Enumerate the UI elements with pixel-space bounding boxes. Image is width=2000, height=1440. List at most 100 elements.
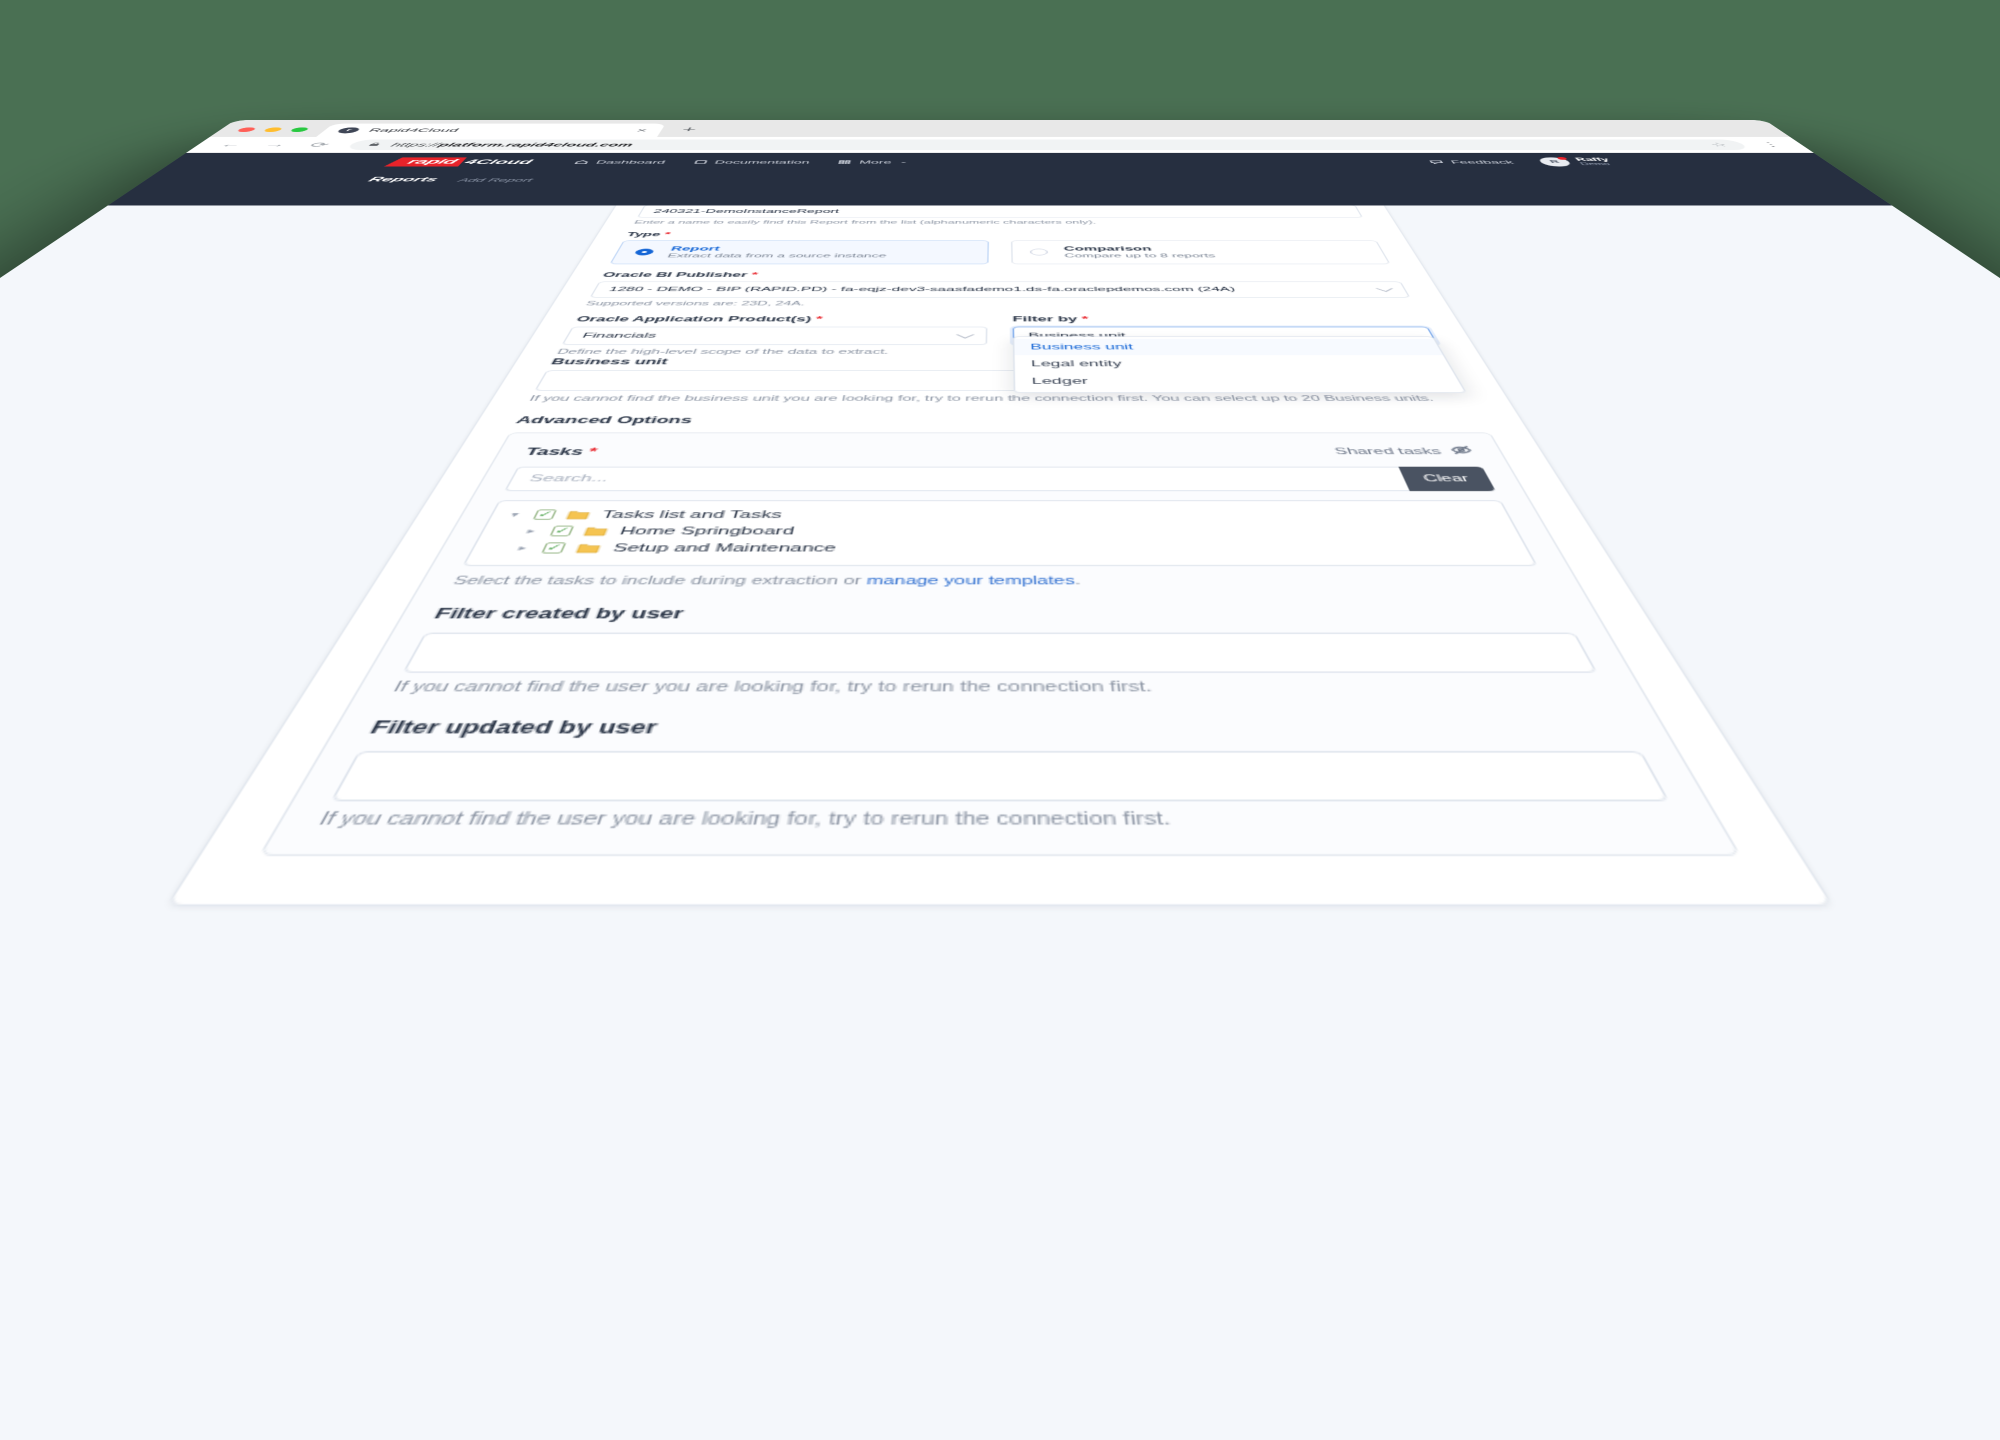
filter-by-label: Filter by * [1012,314,1089,324]
url-text: https://platform.rapid4cloud.com [388,141,635,148]
nav-item-dashboard-label: Dashboard [594,159,667,165]
filter-by-value: Business unit [1028,332,1126,339]
shared-tasks-toggle[interactable]: Shared tasks [1332,444,1477,458]
bi-publisher-value: 1280 - DEMO - BIP (RAPID.PD) - fa-eqjz-d… [607,286,1237,293]
required-marker: * [814,314,824,324]
grid-icon [837,160,852,165]
filter-created-input[interactable] [402,632,1598,673]
tree-checkbox[interactable]: ✓ [549,525,575,537]
nav-item-more[interactable]: More ⌄ [837,159,909,165]
tasks-search-input[interactable]: Search... [504,466,1410,492]
report-form-card: Name * 240321-DemoInstanceReport Enter a… [165,205,1835,907]
nav-item-more-label: More [858,159,892,165]
type-option-report[interactable]: Report Extract data from a source instan… [609,240,989,265]
close-tab-icon[interactable]: × [635,127,649,133]
type-option-comparison-label: Comparison [1063,245,1153,253]
products-value: Financials [580,332,658,340]
manage-templates-link[interactable]: manage your templates [866,575,1075,588]
minimize-window-button[interactable] [262,127,284,133]
app-navbar: rapid 4Cloud Dashboard Documentation Mor… [158,152,1842,172]
field-filter-by: Filter by * Business unit Business unit … [1012,314,1467,393]
advanced-options-heading: Advanced Options [513,414,694,426]
tasks-hint: Select the tasks to include during extra… [450,574,1081,588]
app-logo[interactable]: rapid 4Cloud [384,157,536,166]
browser-menu-icon[interactable]: ⋮ [1757,141,1785,148]
url-input[interactable]: https://platform.rapid4cloud.com ☆ [344,139,1751,151]
products-hint: Define the high-level scope of the data … [555,348,890,356]
bookmark-icon[interactable]: ☆ [1707,141,1731,148]
header-fill [107,188,1893,206]
field-name: Name * 240321-DemoInstanceReport Enter a… [633,205,1368,225]
tree-item[interactable]: ▸ ✓ Setup and Maintenance [469,539,1530,556]
field-type: Type * Report Extract data from a source… [609,231,1391,265]
type-option-report-label: Report [669,245,721,253]
expand-collapse-icon[interactable]: ▸ [512,543,533,552]
user-menu[interactable]: R Raffy Demo [1536,156,1616,167]
nav-right: Feedback R Raffy Demo [1426,156,1616,167]
business-unit-input[interactable] [534,370,1466,391]
products-select[interactable]: Financials [561,326,988,346]
required-marker: * [662,231,672,238]
tree-item[interactable]: ▾ ✓ Tasks list and Tasks [488,507,1511,523]
bi-publisher-select[interactable]: 1280 - DEMO - BIP (RAPID.PD) - fa-eqjz-d… [589,281,1411,298]
tasks-panel-header: Tasks * Shared tasks [523,444,1478,458]
type-option-comparison-desc: Compare up to 8 reports [1064,252,1217,259]
field-business-unit: Business unit If you cannot find the bus… [527,357,1473,403]
tree-item-label: Home Springboard [617,525,796,537]
filter-by-select[interactable]: Business unit [1012,326,1439,346]
tab-title: Rapid4Cloud [366,127,461,133]
tasks-search-row: Search... Clear [504,466,1496,492]
filter-created-hint: If you cannot find the user you are look… [389,679,1153,696]
dropdown-option-ledger[interactable]: Ledger [1015,372,1464,390]
dropdown-option-business-unit[interactable]: Business unit [1014,338,1443,356]
tasks-label: Tasks * [523,445,600,458]
business-unit-hint: If you cannot find the business unit you… [527,394,1436,404]
nav-item-dashboard[interactable]: Dashboard [573,159,667,165]
logo-mark-text: rapid [384,157,467,166]
filter-created-label: Filter created by user [430,605,686,622]
expand-collapse-icon[interactable]: ▸ [521,527,542,536]
lock-icon [365,142,384,147]
forward-button[interactable]: → [258,141,293,149]
chevron-down-icon [1375,285,1393,292]
tree-checkbox[interactable]: ✓ [532,509,558,520]
filter-updated-label: Filter updated by user [366,717,660,738]
clear-button[interactable]: Clear [1397,466,1496,492]
feedback-button[interactable]: Feedback [1427,159,1515,165]
filter-updated-input[interactable] [330,751,1670,802]
reload-button[interactable]: ⟳ [302,141,338,149]
nav-item-documentation[interactable]: Documentation [692,159,811,165]
tasks-tree: ▾ ✓ Tasks list and Tasks ▸ ✓ Home Spring… [462,500,1538,567]
chevron-down-icon [956,330,975,339]
chevron-down-icon: ⌄ [898,159,909,164]
notification-badge [1556,156,1568,160]
browser-tab-strip: r Rapid4Cloud × + [209,120,1791,137]
content-area: Name * 240321-DemoInstanceReport Enter a… [0,205,2000,1440]
new-tab-button[interactable]: + [678,125,699,137]
window-controls [228,127,311,137]
tree-checkbox[interactable]: ✓ [541,542,567,554]
folder-icon [574,542,603,553]
folder-icon [582,526,610,537]
app-viewport: rapid 4Cloud Dashboard Documentation Mor… [0,152,2000,1440]
expand-collapse-icon[interactable]: ▾ [505,510,525,519]
radio-comparison[interactable] [1030,248,1049,256]
breadcrumb: Add Report [456,177,535,183]
dropdown-option-legal-entity[interactable]: Legal entity [1015,355,1454,372]
back-button[interactable]: ← [214,141,250,149]
book-icon [692,160,709,165]
maximize-window-button[interactable] [288,127,311,133]
type-option-comparison[interactable]: Comparison Compare up to 8 reports [1011,240,1391,265]
type-options: Report Extract data from a source instan… [609,240,1391,265]
browser-window: r Rapid4Cloud × + ← → ⟳ https://platform… [0,120,2000,1440]
page-header: Reports Add Report [132,171,1868,189]
scene: r Rapid4Cloud × + ← → ⟳ https://platform… [0,0,2000,1440]
name-input[interactable]: 240321-DemoInstanceReport [637,205,1363,218]
close-window-button[interactable] [235,127,258,133]
type-label: Type * [625,231,672,238]
radio-report[interactable] [633,248,655,256]
required-marker: * [586,445,600,458]
browser-tab[interactable]: r Rapid4Cloud × [316,123,666,137]
field-bi-publisher: Oracle BI Publisher * 1280 - DEMO - BIP … [584,271,1416,307]
tree-item[interactable]: ▸ ✓ Home Springboard [479,523,1521,540]
